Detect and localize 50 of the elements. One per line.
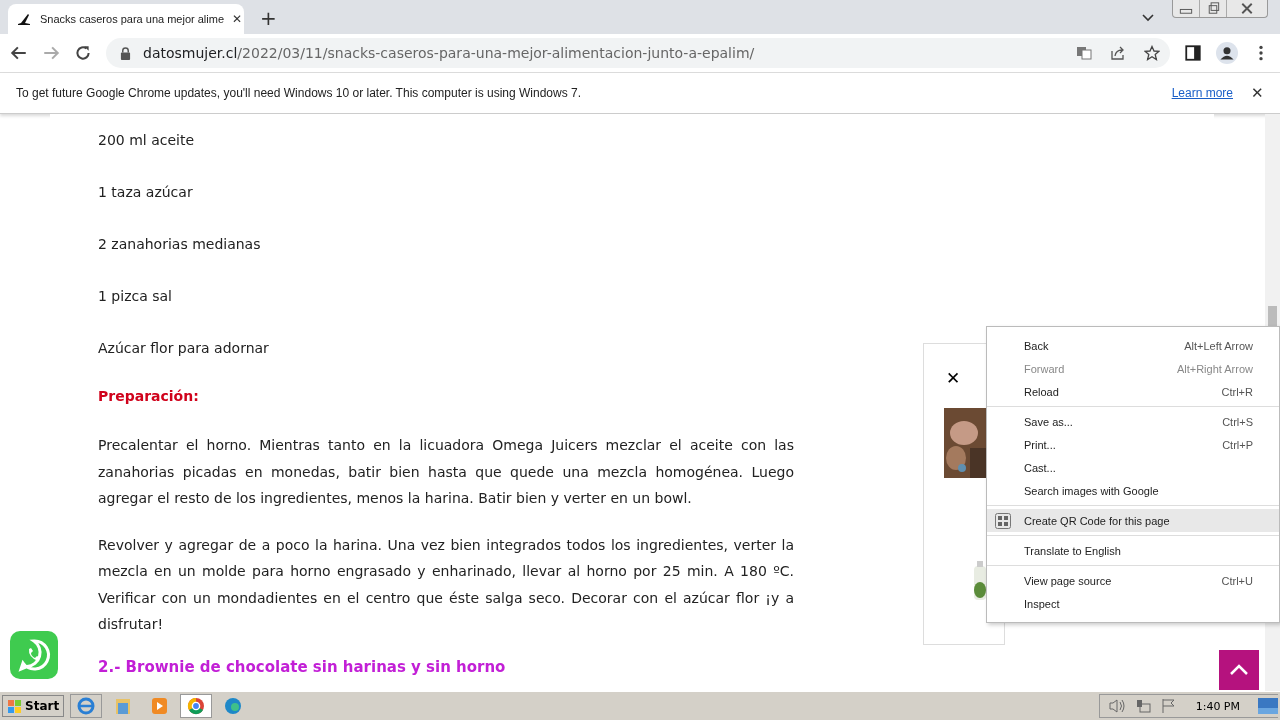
browser-e-icon[interactable] [70,694,103,718]
menu-item[interactable]: Cast... [987,456,1279,479]
ingredient-text: 1 pizca sal [98,287,173,306]
scrollbar-thumb[interactable] [1268,306,1277,326]
menu-item[interactable]: Back Alt+Left Arrow [987,334,1279,357]
forward-arrow-icon[interactable] [42,44,60,62]
menu-item[interactable]: Print... Ctrl+P [987,433,1279,456]
share-icon[interactable] [1110,45,1126,61]
menu-item[interactable]: Search images with Google [987,479,1279,502]
menu-item[interactable]: Create QR Code for this page [987,509,1279,532]
translate-icon[interactable] [1076,45,1092,61]
profile-icon[interactable] [1216,42,1238,64]
menu-item[interactable]: Save as... Ctrl+S [987,410,1279,433]
menu-item[interactable]: Translate to English [987,539,1279,562]
url-text: datosmujer.cl/2022/03/11/snacks-caseros-para-una-mejor-alimentacion-junto-a-epalim/ [143,45,755,61]
paragraph: Revolver y agregar de a poco la harina. Una vez bien integrados todos los ingredientes, verter la mezcla en un molde para horno engrasado y enharinado, llevar al horno por 25 min. A 180 ºC. Verificar con un mondadientes en el centro que éste salga seco. Decorar con el azúcar flor ¡y a disfrutar! [98,535,794,634]
menu-item[interactable]: View page source Ctrl+U [987,569,1279,592]
tab-title: Snacks caseros para una mejor alime [40,13,225,25]
chevron-up-icon [1229,664,1249,676]
close-popup-button[interactable]: ✕ [946,368,961,388]
update-message: To get future Google Chrome updates, you'll need Windows 10 or later. This computer is using Windows 7. [16,86,582,100]
close-tab-button[interactable]: ✕ [232,12,243,26]
scroll-to-top-button[interactable] [1219,650,1259,690]
lock-icon [120,46,131,60]
ingredient-text: 2 zanahorias medianas [98,235,262,254]
reload-icon[interactable] [74,44,92,62]
paragraph: Precalentar el horno. Mientras tanto en la licuadora Omega Juicers mezclar el aceite con las zanahorias picadas en monedas, batir bien hasta que quede una mezcla homogénea. Luego agregar el resto de los ingredientes, menos la harina. Batir bien y verter en un bowl. [98,436,794,508]
new-tab-button[interactable]: + [260,6,277,30]
clock: 1:40 PM [1195,699,1240,713]
menu-item[interactable]: Reload Ctrl+R [987,380,1279,403]
ingredient-text: 200 ml aceite [98,131,196,150]
chrome-icon[interactable] [180,694,213,718]
ingredient-text: Azúcar flor para adornar [98,339,270,358]
close-infobar-button[interactable]: ✕ [1251,84,1264,102]
recipe-title: 2.- Brownie de chocolate sin harinas y sin horno [98,657,507,676]
star-icon[interactable] [1144,45,1160,61]
learn-more-link[interactable]: Learn more [1171,86,1233,100]
menu-item[interactable]: Inspect [987,592,1279,615]
chevron-down-icon[interactable] [1142,14,1154,22]
ingredient-text: 1 taza azúcar [98,183,194,202]
windows-logo-icon [7,698,23,714]
speaker-icon[interactable] [1107,698,1126,714]
side-panel-icon[interactable] [1184,44,1202,62]
shoe-icon [16,11,32,27]
browser-tab[interactable]: Snacks caseros para una mejor alime ✕ [8,4,244,34]
qr-code-icon [995,512,1011,529]
back-arrow-icon[interactable] [10,44,28,62]
address-bar[interactable]: datosmujer.cl/2022/03/11/snacks-caseros-para-una-mejor-alimentacion-junto-a-epalim/ [106,38,1170,68]
start-button[interactable]: Start [2,695,65,717]
section-heading: Preparación: [98,388,200,404]
